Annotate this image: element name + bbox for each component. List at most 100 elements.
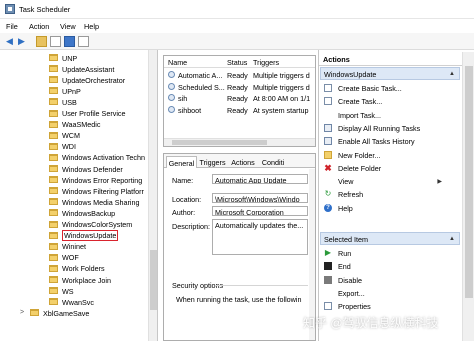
tab-triggers[interactable]: Triggers [197, 156, 228, 168]
watermark: 知乎 @驾驭信息纵横科技 [303, 316, 439, 330]
action-item[interactable]: Create Task... [324, 95, 460, 107]
expand-chevron-icon[interactable]: > [20, 309, 24, 316]
action-group-selected-item[interactable]: Selected Item ▲ [320, 232, 460, 245]
tree-item[interactable]: WDI [0, 141, 150, 152]
tree-item[interactable]: WCM [0, 130, 150, 141]
console-tree-icon[interactable] [50, 36, 61, 47]
action-item[interactable]: ✖ Delete Folder [324, 162, 460, 174]
tree-item[interactable]: WOF [0, 252, 150, 263]
task-status-cell: Ready [227, 105, 248, 115]
menu-help[interactable]: Help [84, 22, 99, 31]
forward-arrow-icon[interactable]: ▶ [16, 36, 27, 47]
description-field[interactable]: Automatically updates the... [212, 219, 308, 255]
collapse-caret-icon[interactable]: ▲ [449, 71, 455, 77]
name-field[interactable]: Automatic App Update [212, 174, 308, 184]
folder-icon [49, 131, 58, 139]
tree-item[interactable]: WindowsColorSystem [0, 219, 150, 230]
task-name-cell: Automatic A... [178, 71, 223, 80]
menu-file[interactable]: File [6, 22, 18, 31]
action-item[interactable]: Enable All Tasks History [324, 135, 460, 147]
tree-item[interactable]: WwanSvc [0, 296, 150, 307]
action-item[interactable]: New Folder... [324, 149, 460, 161]
task-name-cell: Scheduled S... [178, 82, 225, 92]
tree-item[interactable]: Wininet [0, 241, 150, 252]
task-row[interactable]: sih Ready At 8:00 AM on 1/1 [164, 92, 315, 104]
task-triggers-cell: At system startup [253, 105, 309, 115]
folder-icon [49, 198, 58, 206]
tree-item[interactable]: User Profile Service [0, 108, 150, 119]
author-field[interactable]: Microsoft Corporation [212, 206, 308, 216]
action-item-label: Properties [338, 302, 371, 312]
column-status[interactable]: Status [227, 58, 247, 67]
actions-scrollbar[interactable] [462, 52, 474, 341]
tree-item-label: WwanSvc [62, 297, 94, 307]
tree-scrollbar-thumb[interactable] [150, 250, 157, 310]
tree-item[interactable]: USB [0, 96, 150, 107]
tree-item[interactable]: WindowsUpdate [0, 230, 150, 242]
show-action-pane-icon[interactable] [78, 36, 89, 47]
tree-item[interactable]: WindowsBackup [0, 207, 150, 218]
task-row[interactable]: Automatic A... Ready Multiple triggers d [164, 69, 315, 81]
collapse-caret-icon[interactable]: ▲ [449, 236, 455, 242]
column-name[interactable]: Name [168, 58, 187, 67]
back-arrow-icon[interactable]: ◀ [4, 36, 15, 47]
tree-item[interactable]: Windows Filtering Platforr [0, 185, 150, 196]
action-item-label: Help [338, 203, 353, 213]
action-item[interactable]: Disable [324, 274, 460, 286]
tree-item[interactable]: Windows Error Reporting [0, 174, 150, 185]
refresh-icon: ↻ [324, 189, 332, 199]
tree-item[interactable]: Windows Activation Techn [0, 152, 150, 163]
tab-conditions[interactable]: Conditi [258, 156, 288, 168]
folder-icon [49, 87, 58, 95]
action-item[interactable]: Properties [324, 300, 460, 312]
security-options-text: When running the task, use the followin [176, 295, 302, 304]
tree-item[interactable]: UPnP [0, 85, 150, 96]
task-list-header: Name Status Triggers [164, 56, 315, 68]
action-item[interactable]: End [324, 260, 460, 272]
menu-view[interactable]: View [60, 22, 76, 31]
tree-item[interactable]: UpdateOrchestrator [0, 74, 150, 85]
folder-icon [49, 98, 58, 106]
tree-item[interactable]: WaaSMedic [0, 119, 150, 130]
tree-item[interactable]: UNP [0, 52, 150, 63]
task-row[interactable]: sihboot Ready At system startup [164, 104, 315, 116]
action-item[interactable]: ▶ Run [324, 247, 460, 259]
folder-icon [49, 120, 58, 128]
action-item[interactable]: Display All Running Tasks [324, 122, 460, 134]
tree-item[interactable]: Work Folders [0, 263, 150, 274]
tree-item[interactable]: Windows Defender [0, 163, 150, 174]
task-list-scrollbar-thumb[interactable] [172, 140, 267, 145]
task-row[interactable]: Scheduled S... Ready Multiple triggers d [164, 81, 315, 93]
tree-item-label: WindowsColorSystem [62, 220, 133, 229]
tree-item[interactable]: UpdateAssistant [0, 63, 150, 74]
action-item[interactable]: Export... [324, 287, 460, 299]
folder-icon[interactable] [36, 36, 47, 47]
action-item-label: Run [338, 249, 352, 258]
tab-actions[interactable]: Actions [228, 156, 258, 168]
column-triggers[interactable]: Triggers [253, 58, 279, 67]
tree-item-label: UNP [62, 53, 78, 63]
location-field[interactable]: \Microsoft\Windows\Windo [212, 193, 308, 203]
action-item[interactable]: Import Task... [324, 109, 460, 121]
action-item[interactable]: ? Help [324, 202, 460, 214]
actions-scrollbar-thumb[interactable] [465, 66, 473, 298]
tree-scrollbar[interactable] [148, 50, 157, 341]
folder-icon [49, 176, 58, 184]
action-item[interactable]: View ▶ [324, 175, 460, 187]
folder-icon [30, 309, 39, 317]
tree-item[interactable]: WS [0, 285, 150, 296]
task-clock-icon [168, 82, 175, 90]
folder-icon [49, 109, 58, 117]
action-item[interactable]: Create Basic Task... [324, 82, 460, 94]
menu-action[interactable]: Action [29, 22, 49, 31]
tab-general[interactable]: General [166, 156, 197, 168]
folder-icon [49, 54, 58, 61]
task-list-scrollbar[interactable] [164, 138, 315, 146]
action-item[interactable]: ↻ Refresh [324, 188, 460, 200]
action-item-label: Export... [338, 288, 365, 298]
help-icon[interactable] [64, 36, 75, 47]
tree-item[interactable]: Workplace Join [0, 274, 150, 285]
tree-item[interactable]: Windows Media Sharing [0, 196, 150, 207]
action-group-windowsupdate[interactable]: WindowsUpdate ▲ [320, 67, 460, 80]
tree-item[interactable]: > XblGameSave [0, 307, 150, 318]
